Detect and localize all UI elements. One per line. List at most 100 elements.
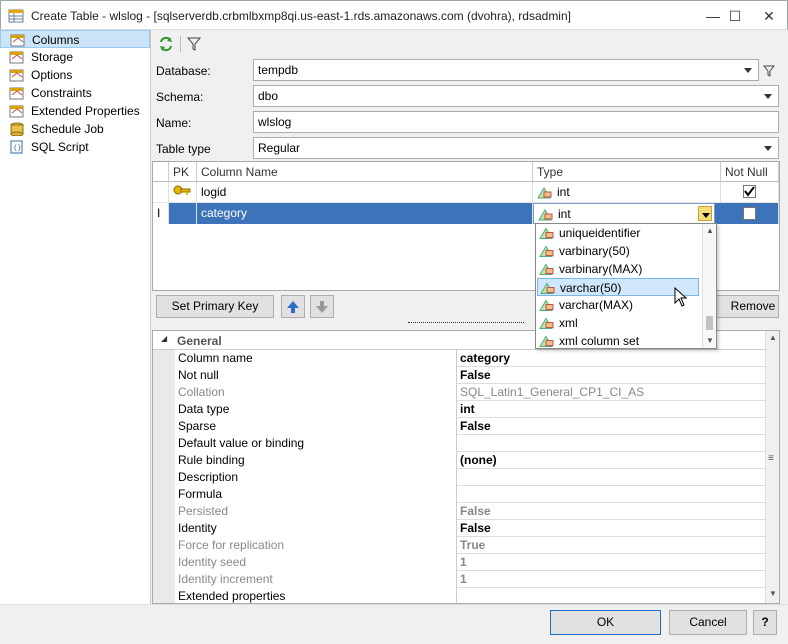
properties-scrollbar[interactable]: ▲ ≡ ▼	[765, 331, 779, 603]
dropdown-option[interactable]: xml	[537, 314, 699, 332]
sidebar-item-constraints[interactable]: Constraints	[0, 84, 150, 102]
not-null-checkbox[interactable]	[743, 207, 756, 220]
column-header-pk[interactable]: PK	[169, 162, 197, 182]
close-button[interactable]: ✕	[747, 3, 788, 29]
table-row[interactable]: I category int	[153, 203, 779, 224]
property-row[interactable]: Rule binding (none)	[153, 452, 765, 469]
refresh-icon[interactable]	[158, 36, 174, 52]
column-name-cell[interactable]: logid	[197, 182, 533, 203]
arrow-up-icon	[287, 301, 299, 313]
property-row[interactable]: Default value or binding	[153, 435, 765, 452]
property-gutter	[153, 571, 175, 588]
row-selector[interactable]: I	[153, 203, 169, 224]
sidebar-item-columns[interactable]: Columns	[0, 30, 150, 48]
sidebar-item-extended-properties[interactable]: Extended Properties	[0, 102, 150, 120]
property-row[interactable]: Column name category	[153, 350, 765, 367]
schema-select[interactable]: dbo	[253, 85, 779, 107]
database-select[interactable]: tempdb	[253, 59, 759, 81]
collapse-icon[interactable]: ◢	[161, 334, 167, 343]
property-row[interactable]: Persisted False	[153, 503, 765, 520]
table-type-select[interactable]: Regular	[253, 137, 779, 159]
property-name: Identity	[175, 520, 457, 537]
section-title: General	[177, 334, 222, 348]
property-row[interactable]: Description	[153, 469, 765, 486]
table-row[interactable]: logid int	[153, 182, 779, 203]
move-down-button[interactable]	[310, 295, 334, 318]
property-row[interactable]: Identity False	[153, 520, 765, 537]
type-dropdown-list: uniqueidentifier varbinary(50) varbinary(M…	[535, 223, 717, 349]
property-row[interactable]: Force for replication True	[153, 537, 765, 554]
not-null-checkbox[interactable]	[743, 185, 756, 198]
filter-icon[interactable]	[186, 36, 202, 52]
ok-button[interactable]: OK	[550, 610, 661, 635]
property-row[interactable]: Identity seed 1	[153, 554, 765, 571]
type-combobox[interactable]: int	[533, 203, 715, 224]
property-row[interactable]: Not null False	[153, 367, 765, 384]
dropdown-option[interactable]: uniqueidentifier	[537, 224, 699, 242]
pk-cell[interactable]	[169, 203, 197, 224]
property-row[interactable]: Data type int	[153, 401, 765, 418]
property-row[interactable]: Sparse False	[153, 418, 765, 435]
property-gutter	[153, 588, 175, 603]
sidebar-item-options[interactable]: Options	[0, 66, 150, 84]
splitter-handle[interactable]	[408, 322, 524, 328]
column-header-not-null[interactable]: Not Null	[721, 162, 779, 182]
property-value[interactable]: SQL_Latin1_General_CP1_CI_AS	[457, 384, 765, 401]
column-name-cell[interactable]: category	[197, 203, 533, 224]
property-value[interactable]	[457, 435, 765, 452]
scroll-up-icon[interactable]: ▲	[769, 333, 777, 342]
property-value[interactable]: category	[457, 350, 765, 367]
pk-cell[interactable]	[169, 182, 197, 203]
property-value[interactable]: True	[457, 537, 765, 554]
set-primary-key-button[interactable]: Set Primary Key	[156, 295, 274, 318]
property-value[interactable]: int	[457, 401, 765, 418]
dropdown-scrollbar[interactable]: ▲ ▼	[702, 224, 716, 348]
datatype-icon	[539, 263, 554, 275]
move-up-button[interactable]	[281, 295, 305, 318]
sidebar-item-storage[interactable]: Storage	[0, 48, 150, 66]
property-row[interactable]: Extended properties	[153, 588, 765, 603]
scroll-up-icon[interactable]: ▲	[706, 226, 714, 235]
title-bar: Create Table - wlslog - [sqlserverdb.crb…	[0, 0, 788, 30]
sidebar-item-label: Columns	[32, 33, 80, 47]
scrollbar-thumb[interactable]	[706, 316, 713, 330]
property-name: Persisted	[175, 503, 457, 520]
name-input[interactable]: wlslog	[253, 111, 779, 133]
property-value[interactable]: (none)	[457, 452, 765, 469]
arrow-down-icon	[316, 301, 328, 313]
property-value[interactable]: 1	[457, 554, 765, 571]
not-null-cell[interactable]	[721, 203, 779, 224]
property-row[interactable]: Identity increment 1	[153, 571, 765, 588]
column-header-name[interactable]: Column Name	[197, 162, 533, 182]
property-value[interactable]: False	[457, 520, 765, 537]
property-value[interactable]	[457, 469, 765, 486]
dropdown-option[interactable]: varbinary(MAX)	[537, 260, 699, 278]
property-value[interactable]	[457, 486, 765, 503]
sidebar-item-schedule-job[interactable]: Schedule Job	[0, 120, 150, 138]
property-value[interactable]: False	[457, 418, 765, 435]
datatype-icon	[539, 227, 554, 239]
row-selector[interactable]	[153, 182, 169, 203]
dropdown-option[interactable]: varbinary(50)	[537, 242, 699, 260]
help-button[interactable]: ?	[753, 610, 777, 635]
type-cell[interactable]: int	[533, 182, 721, 203]
dropdown-option[interactable]: xml column set	[537, 332, 699, 350]
scroll-down-icon[interactable]: ▼	[706, 336, 714, 345]
scroll-down-icon[interactable]: ▼	[769, 589, 777, 598]
not-null-cell[interactable]	[721, 182, 779, 203]
property-value[interactable]	[457, 588, 765, 603]
sidebar-item-label: Storage	[31, 50, 74, 64]
dropdown-option-label: xml	[559, 316, 578, 330]
property-value[interactable]: False	[457, 367, 765, 384]
sidebar-item-sql-script[interactable]: {} SQL Script	[0, 138, 150, 156]
schedule-job-icon	[10, 122, 24, 136]
property-value[interactable]: 1	[457, 571, 765, 588]
column-header-type[interactable]: Type	[533, 162, 721, 182]
filter-icon[interactable]	[763, 65, 775, 77]
property-gutter	[153, 418, 175, 435]
property-value[interactable]: False	[457, 503, 765, 520]
type-dropdown-button[interactable]	[698, 206, 712, 221]
property-row[interactable]: Collation SQL_Latin1_General_CP1_CI_AS	[153, 384, 765, 401]
property-row[interactable]: Formula	[153, 486, 765, 503]
cancel-button[interactable]: Cancel	[669, 610, 747, 635]
